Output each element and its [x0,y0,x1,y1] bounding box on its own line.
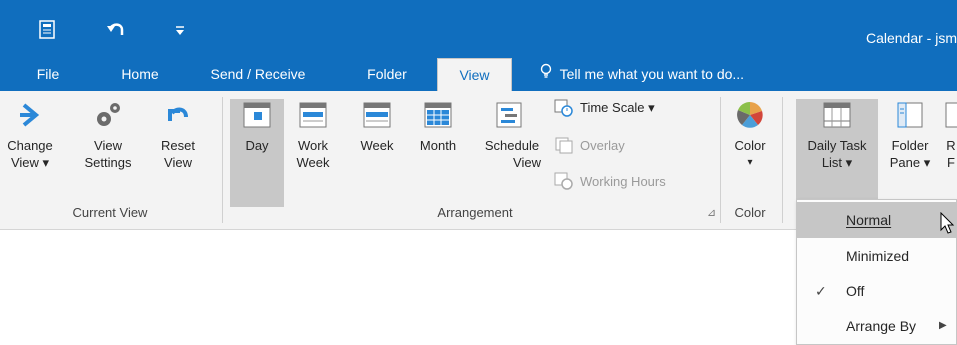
change-view-button[interactable]: Change View ▾ [0,99,60,171]
title-bar: Calendar - jsm [0,0,957,60]
overlay-icon [554,136,574,154]
customize-qat-icon[interactable] [168,18,192,42]
daily-task-list-label-1: Daily Task [807,138,867,153]
month-button[interactable]: Month [410,99,466,154]
tab-send-receive[interactable]: Send / Receive [198,58,318,91]
checkmark-icon: ✓ [815,283,827,299]
reading-pane-label-1: R [946,138,956,153]
menu-item-minimized[interactable]: Minimized [797,238,957,274]
week-button[interactable]: Week [354,99,400,154]
group-label-arrangement: Arrangement [437,205,513,220]
color-wheel-icon [734,99,766,131]
daily-task-list-menu: Normal Minimized ✓ Off Arrange By ▶ [796,199,957,345]
time-scale-icon [554,99,574,117]
send-receive-all-icon[interactable] [36,18,60,42]
folder-pane-button[interactable]: Folder Pane ▾ [884,99,936,171]
menu-item-label: Minimized [846,248,910,264]
working-hours-label: Working Hours [580,173,666,189]
working-hours-button[interactable]: Working Hours [554,172,666,190]
group-label-current-view: Current View [72,205,148,220]
reading-pane-label-2: F [947,155,955,170]
color-label: Color [734,138,766,153]
time-scale-label: Time Scale ▾ [580,100,655,115]
tab-folder[interactable]: Folder [352,58,422,91]
week-label: Week [360,138,394,153]
window-title: Calendar - jsm [865,30,957,46]
daily-task-list-button[interactable]: Daily Task List ▾ [796,99,878,207]
day-label: Day [245,138,269,153]
reading-pane-button[interactable]: R F [944,99,957,171]
work-week-label-2: Week [296,155,330,170]
menu-item-off[interactable]: ✓ Off [797,273,957,309]
menu-item-normal[interactable]: Normal [797,202,957,238]
calendar-week-icon [361,99,393,131]
daily-task-list-icon [821,99,853,131]
reading-pane-icon [944,99,957,131]
tab-view[interactable]: View [437,58,512,91]
tell-me-text: Tell me what you want to do... [559,66,745,82]
change-view-label-1: Change [7,138,53,153]
schedule-view-label-2: View [513,155,541,170]
calendar-work-week-icon [297,99,329,131]
gear-icon [92,99,124,131]
overlay-label: Overlay [580,137,625,153]
arrangement-dialog-launcher[interactable]: ⊿ [707,206,716,219]
mouse-cursor-icon [940,211,956,241]
menu-item-label: Off [846,283,865,299]
menu-item-label: Normal [846,212,892,228]
tell-me-box[interactable]: Tell me what you want to do... [540,58,744,91]
overlay-button[interactable]: Overlay [554,136,625,154]
schedule-view-button[interactable]: Schedule View [470,99,548,171]
menu-item-label: Arrange By [846,318,917,334]
folder-pane-label-2: Pane ▾ [889,155,931,170]
calendar-month-icon [422,99,454,131]
group-label-color: Color [734,205,766,220]
daily-task-list-label-2: List ▾ [821,155,853,170]
undo-icon[interactable] [104,18,128,42]
work-week-label-1: Work [297,138,329,153]
menu-item-arrange-by[interactable]: Arrange By ▶ [797,308,957,344]
day-button[interactable]: Day [230,99,284,207]
color-button[interactable]: Color ▾ [725,99,775,171]
lightbulb-icon [540,58,556,91]
change-view-label-2: View ▾ [10,155,50,170]
month-label: Month [419,138,457,153]
calendar-day-icon [241,99,273,131]
tab-home[interactable]: Home [110,58,170,91]
reset-view-button[interactable]: Reset View [152,99,204,171]
folder-pane-icon [894,99,926,131]
group-separator [720,97,721,223]
schedule-view-label-1: Schedule [484,138,540,153]
working-hours-icon [554,172,574,190]
view-settings-button[interactable]: View Settings [78,99,138,171]
reset-view-label-1: Reset [161,138,195,153]
change-view-icon [14,99,46,131]
group-separator [222,97,223,223]
reset-view-label-2: View [164,155,192,170]
reset-arrow-icon [162,99,194,131]
view-settings-label-2: Settings [84,155,132,170]
view-settings-label-1: View [94,138,122,153]
schedule-view-icon [493,99,525,131]
tab-file[interactable]: File [28,58,68,91]
folder-pane-label-1: Folder [891,138,929,153]
submenu-arrow-icon: ▶ [939,320,947,331]
work-week-button[interactable]: Work Week [290,99,336,171]
time-scale-button[interactable]: Time Scale ▾ [554,99,655,117]
ribbon-tabs: File Home Send / Receive Folder View Tel… [0,58,957,91]
color-caret: ▾ [747,157,753,168]
group-separator [782,97,783,223]
